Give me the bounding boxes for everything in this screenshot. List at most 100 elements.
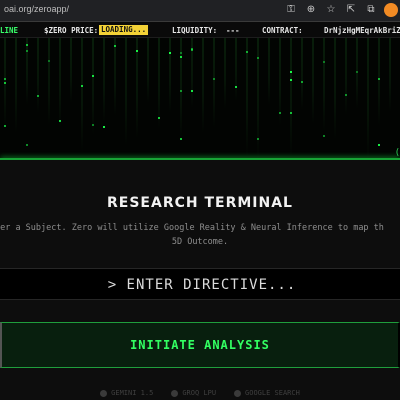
matrix-glyph	[81, 85, 83, 88]
status-text: LINE	[0, 26, 19, 35]
matrix-column	[378, 38, 380, 126]
footer-label: GOOGLE SEARCH	[245, 389, 300, 397]
matrix-glyph	[169, 51, 171, 54]
matrix-column	[312, 38, 314, 124]
matrix-glyph	[323, 134, 325, 137]
matrix-column	[290, 38, 292, 158]
matrix-column	[114, 38, 116, 116]
matrix-glyph	[290, 112, 292, 115]
banner-bracket: (	[394, 148, 400, 158]
matrix-column	[92, 38, 94, 135]
matrix-glyph	[378, 77, 380, 80]
directive-input[interactable]	[0, 269, 400, 301]
matrix-column	[213, 38, 215, 129]
matrix-glyph	[213, 78, 215, 81]
footer-item-groq: GROQ LPU	[171, 386, 216, 400]
matrix-column	[37, 38, 39, 114]
token-ticker: LINE $ZERO PRICE: LOADING... LIQUIDITY: …	[0, 22, 400, 38]
matrix-glyph	[26, 44, 28, 47]
matrix-glyph	[48, 60, 50, 63]
key-icon[interactable]: ⚿	[284, 3, 298, 17]
matrix-glyph	[180, 55, 182, 58]
matrix-glyph	[290, 71, 292, 74]
browser-toolbar-icons: ⚿ ⊕ ☆ ⇱ ⧉	[284, 3, 398, 17]
globe-icon	[234, 389, 242, 397]
directive-input-row	[0, 268, 400, 301]
footer-item-gemini: GEMINI 1.5	[100, 386, 153, 400]
matrix-glyph	[290, 79, 292, 82]
matrix-column	[323, 38, 325, 133]
matrix-glyph	[4, 81, 6, 84]
matrix-glyph	[345, 93, 347, 96]
subtitle-text: er a Subject. Zero will utilize Google R…	[0, 221, 400, 249]
matrix-column	[345, 38, 347, 116]
matrix-column	[81, 38, 83, 153]
matrix-glyph	[37, 94, 39, 97]
matrix-column	[224, 38, 226, 109]
footer-label: GROQ LPU	[182, 389, 217, 397]
matrix-column	[268, 38, 270, 106]
matrix-glyph	[378, 143, 380, 146]
matrix-column	[48, 38, 50, 126]
contract-address[interactable]: DrNjzHgMEqrAkBriZcqn	[324, 26, 400, 35]
star-icon[interactable]: ☆	[324, 3, 338, 17]
subtitle-line-1: er a Subject. Zero will utilize Google R…	[0, 223, 384, 233]
matrix-glyph	[59, 119, 61, 122]
matrix-glyph	[323, 60, 325, 63]
matrix-glyph	[246, 51, 248, 54]
matrix-column	[235, 38, 237, 102]
bolt-icon	[171, 389, 179, 397]
chip-icon	[100, 389, 108, 397]
matrix-glyph	[235, 86, 237, 89]
zoom-icon[interactable]: ⊕	[304, 3, 318, 17]
matrix-column	[103, 38, 105, 124]
matrix-glyph	[4, 77, 6, 80]
matrix-column	[356, 38, 358, 109]
profile-avatar[interactable]	[384, 3, 398, 17]
matrix-glyph	[92, 74, 94, 77]
matrix-glyph	[158, 116, 160, 119]
matrix-glyph	[136, 50, 138, 53]
matrix-column	[301, 38, 303, 110]
matrix-glyph	[356, 71, 358, 74]
price-value: LOADING...	[99, 25, 149, 35]
matrix-column	[15, 38, 17, 133]
matrix-column	[367, 38, 369, 160]
powered-by-footer: GEMINI 1.5 GROQ LPU GOOGLE SEARCH	[0, 386, 400, 400]
matrix-column	[169, 38, 171, 113]
matrix-glyph	[180, 137, 182, 140]
matrix-glyph	[180, 90, 182, 93]
browser-url-bar[interactable]: oai.org/zeroapp/ ⚿ ⊕ ☆ ⇱ ⧉	[0, 0, 400, 22]
matrix-column	[389, 38, 391, 113]
matrix-column	[136, 38, 138, 139]
footer-label: GEMINI 1.5	[111, 389, 154, 397]
matrix-column	[147, 38, 149, 103]
matrix-column	[334, 38, 336, 140]
matrix-glyph	[257, 56, 259, 59]
matrix-glyph	[26, 49, 28, 52]
subtitle-line-2: 5D Outcome.	[171, 237, 229, 247]
matrix-glyph	[301, 80, 303, 83]
matrix-glyph	[191, 49, 193, 52]
matrix-column	[59, 38, 61, 130]
matrix-column	[158, 38, 160, 129]
matrix-rain-banner: (	[0, 38, 400, 160]
matrix-column	[202, 38, 204, 133]
matrix-glyph	[26, 143, 28, 146]
matrix-glyph	[114, 45, 116, 48]
liquidity-value: ---	[226, 26, 240, 35]
page-title: RESEARCH TERMINAL	[107, 195, 293, 211]
matrix-glyph	[4, 125, 6, 128]
matrix-glyph	[191, 90, 193, 93]
matrix-column	[125, 38, 127, 147]
matrix-glyph	[180, 51, 182, 54]
initiate-analysis-button[interactable]: INITIATE ANALYSIS	[0, 322, 400, 368]
matrix-column	[246, 38, 248, 157]
matrix-glyph	[92, 123, 94, 126]
liquidity-label: LIQUIDITY:	[172, 26, 218, 35]
extension-icon[interactable]: ⧉	[364, 3, 378, 17]
url-text[interactable]: oai.org/zeroapp/	[4, 4, 69, 14]
footer-item-google-search: GOOGLE SEARCH	[234, 386, 300, 400]
price-label: $ZERO PRICE:	[44, 26, 99, 35]
share-icon[interactable]: ⇱	[344, 3, 358, 17]
